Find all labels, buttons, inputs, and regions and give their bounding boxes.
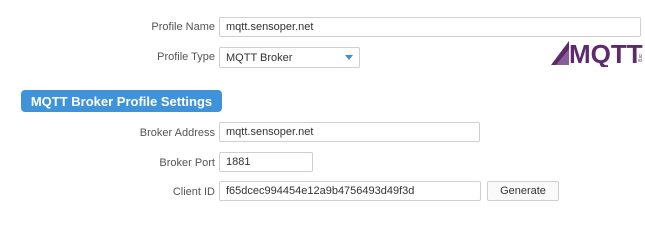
mqtt-logo: MQTT .org (551, 39, 643, 67)
profile-name-input[interactable]: mqtt.sensoper.net (219, 17, 641, 37)
profile-name-label: Profile Name (151, 21, 215, 33)
broker-port-label: Broker Port (159, 157, 215, 169)
chevron-down-icon (345, 55, 353, 60)
broker-address-label: Broker Address (139, 127, 215, 139)
profile-type-select[interactable]: MQTT Broker (219, 47, 360, 68)
client-id-input[interactable]: f65dcec994454e12a9b4756493d49f3d (219, 181, 481, 201)
profile-type-label: Profile Type (157, 51, 215, 63)
broker-address-input[interactable]: mqtt.sensoper.net (219, 122, 480, 142)
client-id-label: Client ID (172, 186, 215, 198)
logo-text: MQTT (569, 39, 643, 67)
generate-button[interactable]: Generate (487, 181, 559, 201)
section-header: MQTT Broker Profile Settings (21, 90, 222, 112)
broker-port-input[interactable]: 1881 (219, 152, 313, 172)
logo-small-text: .org (637, 53, 643, 62)
profile-type-value: MQTT Broker (226, 51, 293, 64)
